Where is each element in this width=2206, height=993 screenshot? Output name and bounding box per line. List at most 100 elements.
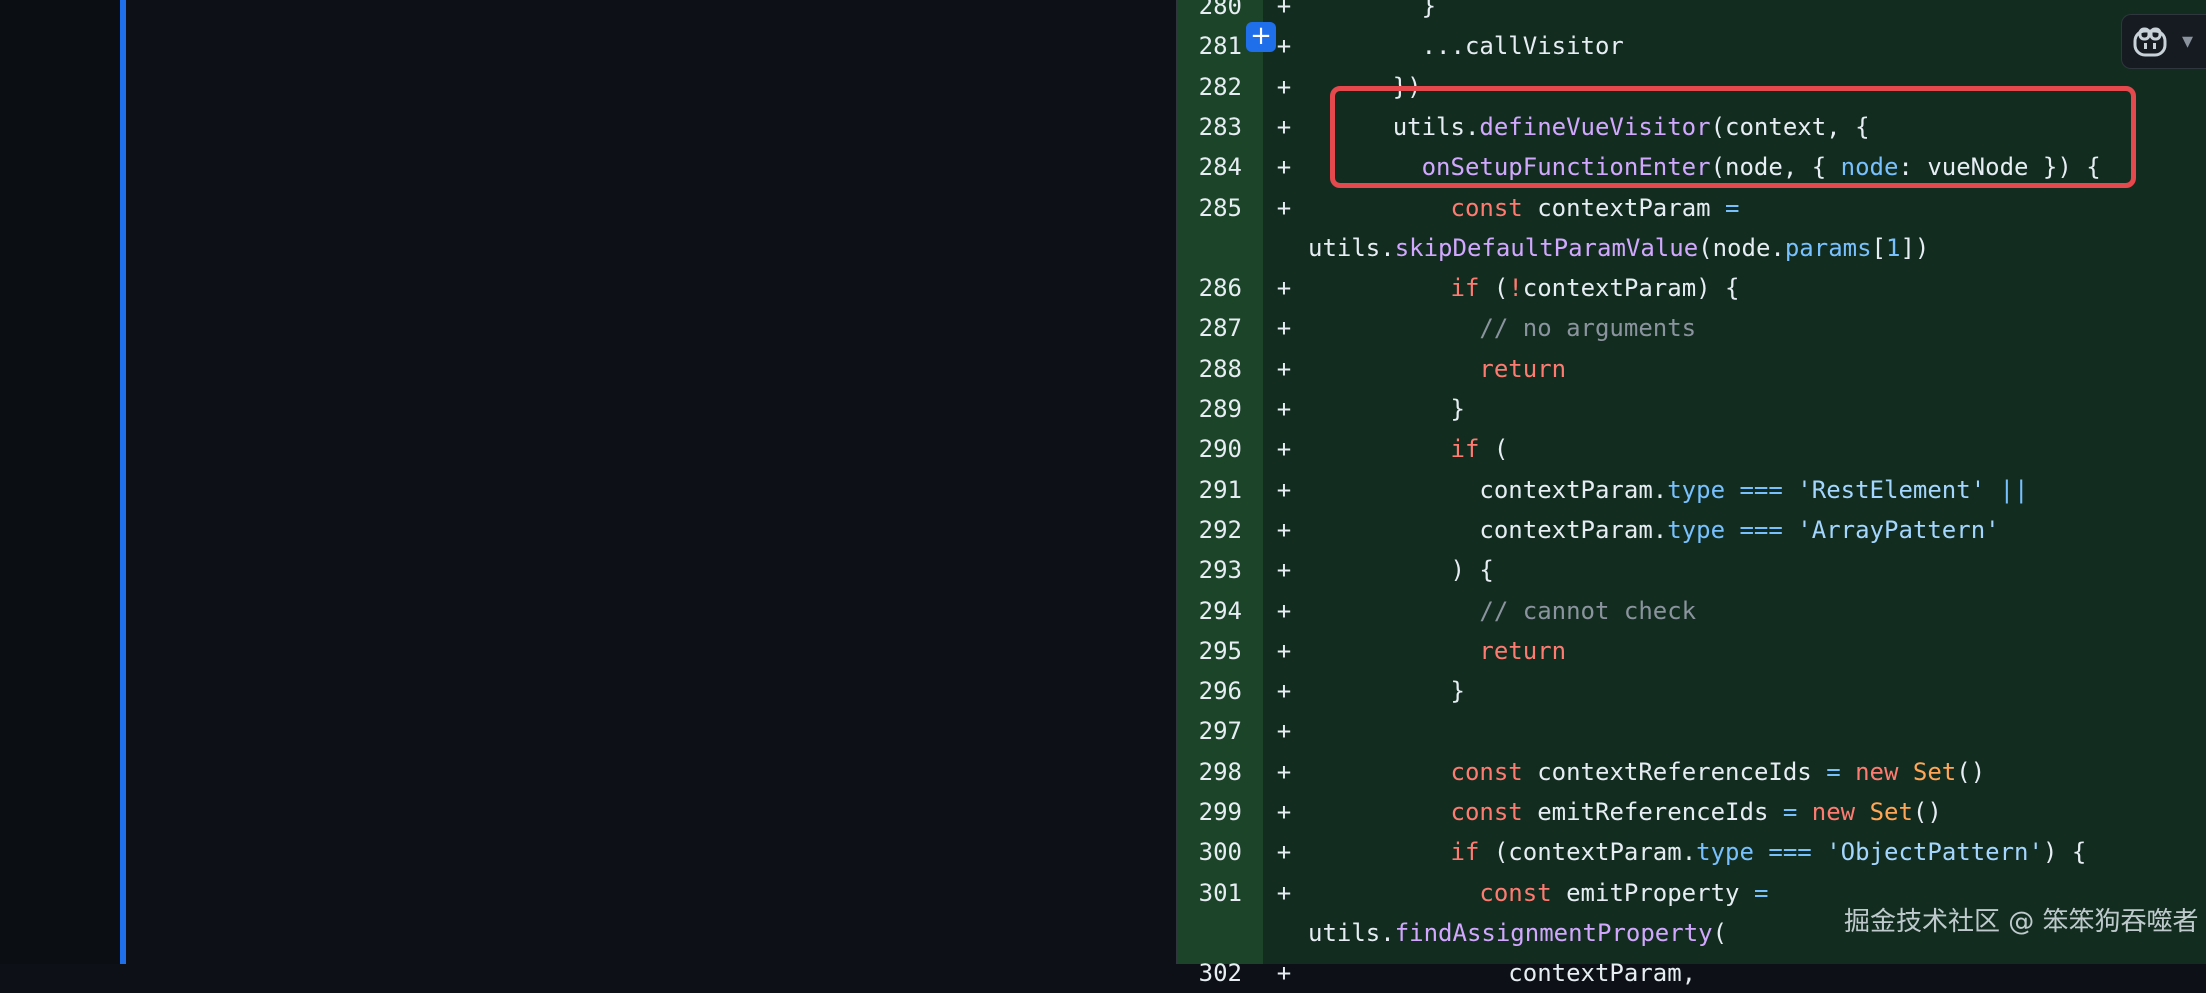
code-token: ])	[1900, 233, 1930, 262]
code-token: ()	[1912, 798, 1942, 826]
line-number[interactable]: 300	[1178, 832, 1242, 872]
left-pane-empty	[0, 0, 1176, 964]
code-token: contextParam	[1522, 193, 1726, 222]
diff-line: 281 + ...callVisitor	[1178, 26, 2206, 66]
code-text: // cannot check	[1306, 591, 1696, 631]
add-line-comment-button[interactable]: +	[1246, 22, 1276, 52]
line-number[interactable]: 302	[1178, 953, 1242, 993]
code-text: return	[1306, 349, 1566, 389]
line-number[interactable]: 290	[1178, 429, 1242, 469]
addition-marker: +	[1276, 636, 1292, 665]
line-number[interactable]: 284	[1178, 147, 1242, 187]
line-number[interactable]: 285	[1178, 188, 1242, 228]
addition-marker: +	[1276, 556, 1292, 585]
code-token: Set	[1869, 798, 1913, 826]
code-token: params	[1784, 233, 1872, 262]
line-number[interactable]: 295	[1178, 631, 1242, 671]
left-sidebar-strip	[0, 0, 120, 964]
code-token: const	[1450, 193, 1523, 222]
code-token: }	[1306, 677, 1465, 706]
diff-line: 288 + return	[1178, 349, 2206, 389]
code-text: if (contextParam.type === 'ObjectPattern…	[1306, 832, 2087, 872]
diff-line: 294 + // cannot check	[1178, 591, 2206, 631]
code-text: utils.skipDefaultParamValue(node.params[…	[1308, 228, 1929, 268]
code-text: }	[1306, 671, 1465, 711]
code-token: =	[1753, 878, 1769, 907]
line-number[interactable]: 298	[1178, 752, 1242, 792]
code-token: 'ArrayPattern'	[1797, 515, 2000, 544]
code-token: }	[1306, 0, 1437, 20]
code-text: const contextReferenceIds = new Set()	[1306, 752, 1986, 792]
diff-line: 289 + }	[1178, 389, 2206, 429]
line-number[interactable]: 293	[1178, 550, 1242, 590]
code-token: ===	[1739, 515, 1783, 544]
code-token: new	[1855, 757, 1899, 786]
line-number[interactable]: 294	[1178, 591, 1242, 631]
code-token: return	[1479, 354, 1567, 383]
diff-line: 293 + ) {	[1178, 550, 2206, 590]
addition-marker: +	[1276, 193, 1292, 222]
code-token: 'RestElement'	[1797, 475, 1986, 504]
addition-marker: +	[1276, 274, 1292, 303]
addition-marker: +	[1276, 112, 1292, 141]
code-token: [	[1871, 233, 1886, 262]
code-text: const emitProperty =	[1306, 873, 1768, 913]
code-token: ===	[1739, 475, 1783, 504]
copilot-icon[interactable]	[2132, 25, 2168, 59]
code-text: contextParam.type === 'RestElement' ||	[1306, 470, 2029, 510]
line-number[interactable]: 288	[1178, 349, 1242, 389]
code-token: const	[1450, 798, 1523, 826]
chevron-down-icon[interactable]: ▾	[2182, 27, 2193, 57]
diff-line: 295 + return	[1178, 631, 2206, 671]
code-token: (node.	[1698, 233, 1785, 262]
code-token: Set	[1912, 757, 1957, 786]
code-text: // no arguments	[1306, 308, 1696, 348]
line-number[interactable]: 297	[1178, 711, 1242, 751]
line-number[interactable]: 283	[1178, 107, 1242, 147]
addition-marker: +	[1276, 798, 1292, 826]
addition-marker: +	[1276, 717, 1292, 746]
code-token: emitProperty	[1551, 878, 1754, 907]
line-number[interactable]: 287	[1178, 308, 1242, 348]
code-token: 'ObjectPattern'	[1826, 838, 2043, 867]
code-token: contextParam) {	[1522, 274, 1740, 303]
line-number[interactable]: 296	[1178, 671, 1242, 711]
line-number[interactable]: 292	[1178, 510, 1242, 550]
code-token: ...callVisitor	[1306, 32, 1624, 61]
line-number[interactable]: 301	[1178, 873, 1242, 913]
line-number[interactable]: 289	[1178, 389, 1242, 429]
code-token: ||	[1999, 475, 2029, 504]
diff-line: 300 + if (contextParam.type === 'ObjectPa…	[1178, 832, 2206, 872]
code-token: // cannot check	[1479, 596, 1697, 625]
code-token: =	[1725, 193, 1740, 222]
addition-marker: +	[1276, 32, 1292, 61]
line-number[interactable]: 281	[1178, 26, 1242, 66]
line-number[interactable]: 299	[1178, 792, 1242, 832]
addition-marker: +	[1276, 395, 1292, 423]
code-token: return	[1479, 636, 1567, 665]
line-number[interactable]: 282	[1178, 67, 1242, 107]
code-token: const	[1479, 878, 1552, 907]
addition-marker: +	[1276, 878, 1292, 907]
addition-marker: +	[1276, 153, 1292, 182]
diff-view: 280 + } 281 + ...callVisitor 282 + }) 283 + uti…	[1178, 0, 2206, 987]
code-token: }	[1306, 395, 1465, 423]
addition-marker: +	[1276, 475, 1292, 504]
line-number[interactable]: 291	[1178, 470, 1242, 510]
line-number[interactable]: 286	[1178, 268, 1242, 308]
line-number[interactable]: 280	[1178, 0, 1242, 26]
code-text: return	[1306, 631, 1566, 671]
code-token: if	[1450, 274, 1480, 303]
code-token: // no arguments	[1479, 314, 1697, 343]
code-token: findAssignmentProperty	[1394, 918, 1713, 947]
diff-line: 290 + if (	[1178, 429, 2206, 469]
